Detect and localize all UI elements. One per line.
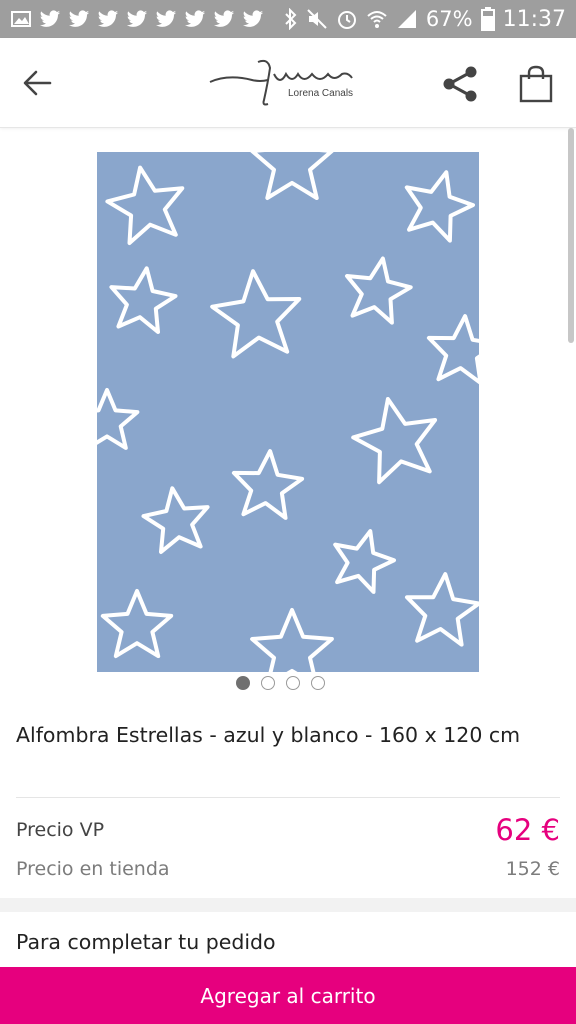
app-header: Lorena Canals (0, 38, 576, 128)
status-bar: 67% 11:37 (0, 0, 576, 38)
price-vp-label: Precio VP (16, 819, 105, 841)
divider (16, 797, 560, 798)
add-to-cart-button[interactable]: Agregar al carrito (0, 967, 576, 1024)
brand-logo[interactable]: Lorena Canals (208, 56, 360, 112)
brand-logo-script (209, 59, 353, 106)
alarm-icon (337, 11, 356, 29)
gallery-dot[interactable] (261, 676, 275, 690)
system-icons: 67% 11:37 (284, 7, 566, 32)
bluetooth-icon (285, 8, 297, 30)
wifi-icon (367, 11, 387, 28)
twitter-icon (184, 10, 206, 27)
product-title: Alfombra Estrellas - azul y blanco - 160… (16, 723, 521, 747)
cart-button[interactable] (512, 60, 560, 108)
mute-icon (307, 9, 327, 29)
gallery-dot[interactable] (236, 676, 250, 690)
gallery-pagination (236, 676, 325, 690)
gallery-dot[interactable] (286, 676, 300, 690)
notification-icons (10, 9, 264, 29)
price-store-row: Precio en tienda 152 € (16, 853, 560, 885)
rug-image (97, 152, 479, 672)
clock: 11:37 (502, 6, 566, 32)
section-separator (0, 898, 576, 912)
twitter-icon (242, 10, 264, 27)
battery-icon (480, 7, 495, 31)
price-store-label: Precio en tienda (16, 858, 170, 880)
twitter-icon (213, 10, 235, 27)
shopping-bag-icon (519, 65, 553, 103)
battery-percent: 67% (425, 7, 473, 31)
price-vp-row: Precio VP 62 € (16, 810, 560, 850)
twitter-icon (126, 10, 148, 27)
rug-background (97, 152, 479, 672)
back-button[interactable] (14, 60, 60, 106)
price-store-value: 152 € (505, 858, 560, 880)
product-image[interactable] (97, 152, 479, 672)
brand-logo-subtitle: Lorena Canals (288, 88, 354, 99)
share-icon (443, 66, 477, 102)
signal-icon (397, 10, 416, 28)
complete-order-heading: Para completar tu pedido (16, 930, 276, 954)
twitter-icon (97, 10, 119, 27)
scrollbar[interactable] (568, 128, 574, 343)
back-arrow-icon (23, 70, 52, 96)
price-vp-value: 62 € (495, 813, 560, 847)
twitter-icon (39, 10, 61, 27)
gallery-dot[interactable] (311, 676, 325, 690)
image-icon (11, 11, 31, 27)
twitter-icon (68, 10, 90, 27)
twitter-icon (155, 10, 177, 27)
share-button[interactable] (436, 60, 484, 108)
